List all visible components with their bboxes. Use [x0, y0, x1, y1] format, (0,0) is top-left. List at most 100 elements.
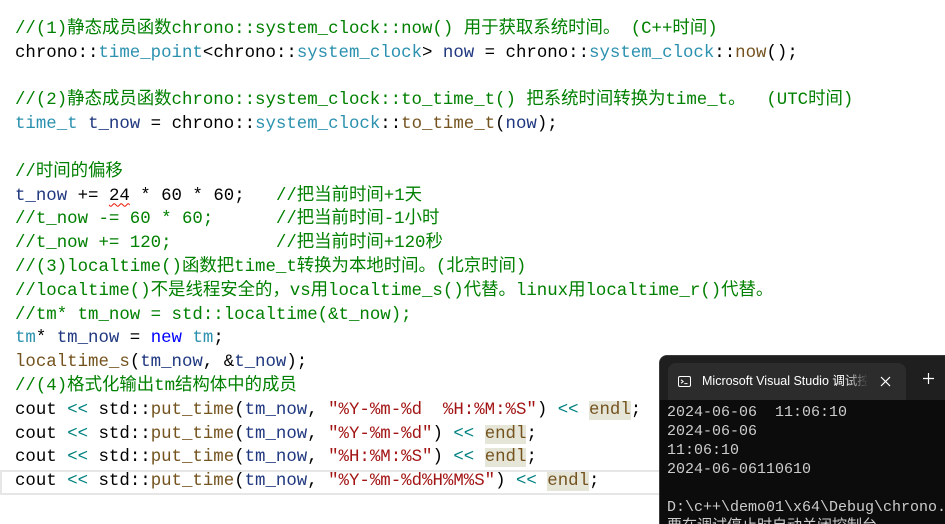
- code-text: ::: [714, 43, 736, 63]
- code-comment: //把当前时间+1天: [275, 186, 423, 206]
- string-literal: "%Y-%m-%d%H%M%S": [328, 472, 496, 492]
- console-tab-bar: Microsoft Visual Studio 调试控制台: [660, 356, 945, 400]
- operator: <<: [67, 424, 89, 444]
- code-line[interactable]: [15, 66, 945, 90]
- code-text: cout: [15, 472, 68, 492]
- namespace-name: chrono: [213, 43, 276, 63]
- code-line[interactable]: t_now += 24 * 60 * 60; //把当前时间+1天: [15, 185, 945, 209]
- number-literal: 60: [161, 186, 182, 206]
- code-text: ;: [234, 186, 276, 206]
- variable-name: tm_now: [244, 400, 308, 420]
- code-text: cout: [15, 400, 68, 420]
- operator: <<: [453, 448, 475, 468]
- highlighted-reference: endl: [484, 424, 527, 444]
- function-name: localtime_s: [15, 353, 130, 373]
- function-name: to_time_t: [401, 115, 496, 135]
- highlighted-reference: endl: [484, 448, 527, 468]
- function-name: put_time: [150, 400, 235, 420]
- code-text: ;: [213, 329, 224, 349]
- code-line[interactable]: chrono::time_point<chrono::system_clock>…: [15, 42, 945, 66]
- type-name: time_point: [98, 43, 203, 63]
- code-comment: //t_now += 120; //把当前时间+120秒: [15, 234, 443, 254]
- code-text: ::: [129, 472, 151, 492]
- namespace-name: std: [98, 400, 130, 420]
- code-line[interactable]: tm* tm_now = new tm;: [15, 327, 945, 351]
- code-text: ,: [307, 424, 329, 444]
- type-name: tm: [192, 329, 214, 349]
- type-name: time_t: [15, 115, 78, 135]
- namespace-name: chrono: [171, 115, 235, 135]
- code-comment: //(1)静态成员函数chrono::system_clock::now() 用…: [15, 20, 718, 39]
- code-text: =: [119, 329, 151, 349]
- console-tab[interactable]: Microsoft Visual Studio 调试控制台: [668, 363, 906, 400]
- console-output-line: 2024-06-06: [667, 423, 758, 440]
- code-text: ;: [526, 424, 537, 444]
- code-line[interactable]: //t_now -= 60 * 60; //把当前时间-1小时: [15, 208, 945, 232]
- code-text: );: [286, 353, 308, 373]
- code-line[interactable]: //(1)静态成员函数chrono::system_clock::now() 用…: [15, 18, 945, 42]
- code-text: ): [536, 400, 558, 420]
- variable-name: tm_now: [244, 424, 308, 444]
- code-line[interactable]: //(2)静态成员函数chrono::system_clock::to_time…: [15, 89, 945, 113]
- code-line[interactable]: //localtime()不是线程安全的，vs用localtime_s()代替。…: [15, 280, 945, 304]
- console-output-line: 11:06:10: [667, 442, 740, 459]
- code-text: ::: [129, 400, 151, 420]
- namespace-name: std: [98, 472, 130, 492]
- code-text: cout: [15, 448, 68, 468]
- code-text: (: [129, 353, 141, 373]
- code-line[interactable]: time_t t_now = chrono::system_clock::to_…: [15, 113, 945, 137]
- console-output-line: D:\c++\demo01\x64\Debug\chrono.: [667, 499, 945, 516]
- code-text: ): [432, 424, 454, 444]
- string-literal: "%Y-%m-%d": [328, 424, 433, 444]
- code-comment: //时间的偏移: [15, 162, 123, 182]
- code-text: ,: [307, 400, 329, 420]
- namespace-name: chrono: [505, 43, 569, 63]
- close-tab-button[interactable]: [880, 376, 891, 387]
- console-window[interactable]: Microsoft Visual Studio 调试控制台 2024-06-06…: [659, 355, 945, 524]
- function-name: put_time: [150, 448, 235, 468]
- code-text: =: [474, 43, 506, 63]
- function-name: put_time: [150, 424, 235, 444]
- string-literal: "%Y-%m-%d %H:%M:%S": [328, 400, 537, 420]
- operator: <<: [453, 424, 475, 444]
- variable-name: now: [505, 115, 537, 135]
- code-line[interactable]: [15, 137, 945, 161]
- variable-name: tm_now: [140, 353, 203, 373]
- code-text: ();: [766, 43, 798, 63]
- code-text: (: [234, 424, 245, 444]
- string-literal: "%H:%M:%S": [328, 448, 433, 468]
- code-text: ;: [526, 448, 537, 468]
- operator: <<: [515, 472, 537, 492]
- code-text: ::: [275, 43, 297, 63]
- function-name: put_time: [150, 472, 235, 492]
- code-comment: //(4)格式化输出tm结构体中的成员: [15, 376, 297, 396]
- number-literal: 24: [108, 186, 130, 206]
- highlighted-reference: endl: [547, 472, 590, 492]
- console-output[interactable]: 2024-06-06 11:06:10 2024-06-06 11:06:10 202…: [667, 403, 945, 524]
- console-tab-title: Microsoft Visual Studio 调试控制台: [702, 374, 868, 388]
- code-comment: //(2)静态成员函数chrono::system_clock::to_time…: [15, 91, 854, 111]
- code-line[interactable]: //tm* tm_now = std::localtime(&t_now);: [15, 304, 945, 328]
- code-text: ): [432, 448, 454, 468]
- new-tab-button[interactable]: [923, 373, 934, 384]
- code-line[interactable]: //t_now += 120; //把当前时间+120秒: [15, 232, 945, 256]
- namespace-name: chrono: [15, 43, 78, 63]
- code-text: ::: [129, 448, 151, 468]
- code-text: *: [129, 186, 162, 206]
- code-comment: //(3)localtime()函数把time_t转换为本地时间。(北京时间): [15, 257, 527, 277]
- code-text: , &: [202, 353, 235, 373]
- code-text: ): [495, 472, 516, 492]
- console-output-line: 要在调试停止时自动关闭控制台: [667, 517, 945, 524]
- code-line[interactable]: //(3)localtime()函数把time_t转换为本地时间。(北京时间): [15, 256, 945, 280]
- code-comment: //t_now -= 60 * 60; //把当前时间-1小时: [15, 210, 440, 230]
- close-icon: [880, 376, 891, 387]
- code-line[interactable]: //时间的偏移: [15, 161, 945, 185]
- code-text: ,: [307, 472, 329, 492]
- code-text: ::: [234, 115, 256, 135]
- namespace-name: std: [98, 448, 130, 468]
